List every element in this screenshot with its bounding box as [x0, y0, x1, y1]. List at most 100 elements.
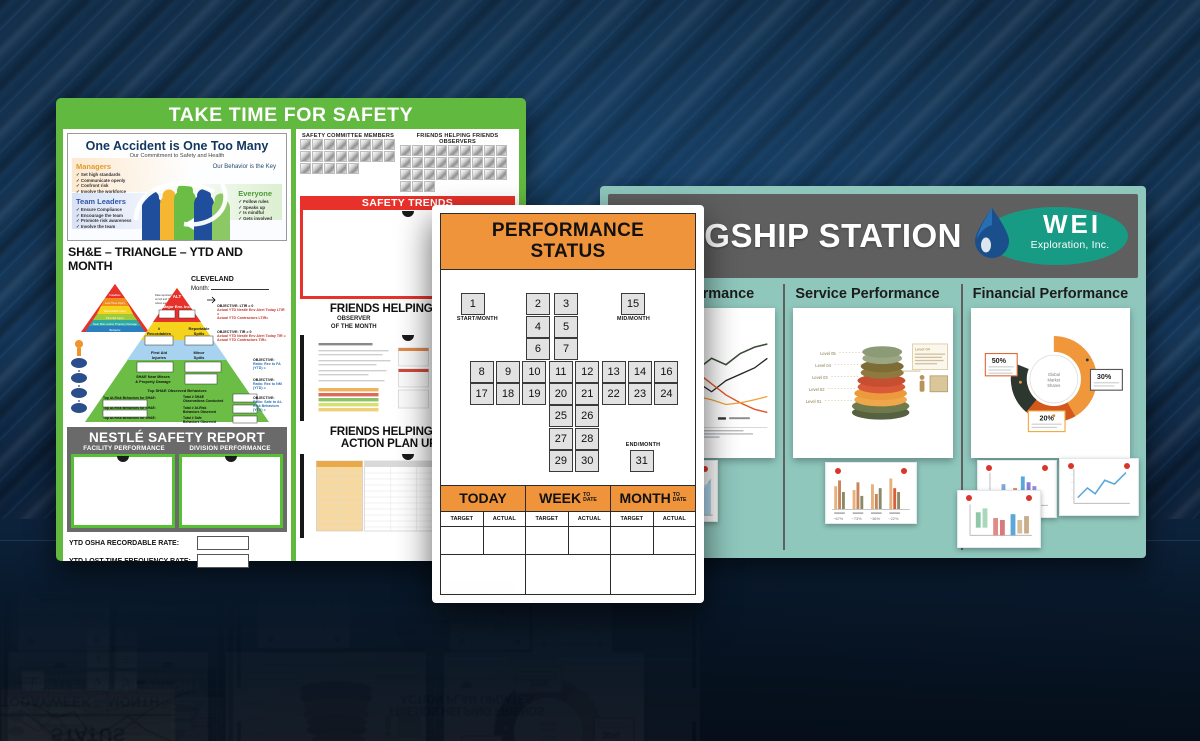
ytd-osha-recordable-rate-input[interactable] [197, 536, 249, 550]
calendar-day-1[interactable]: 1 [460, 293, 485, 316]
month-calendar[interactable]: START/MONTH MID/MONTH END/MONTH 12345678… [441, 270, 695, 485]
photo-cell[interactable] [412, 181, 423, 192]
month-blank-line[interactable] [211, 289, 270, 290]
photo-cell[interactable] [460, 145, 471, 156]
photo-cell[interactable] [424, 145, 435, 156]
photo-cell[interactable] [300, 163, 311, 174]
photo-cell[interactable] [360, 151, 371, 162]
calendar-day-7[interactable]: 7 [554, 338, 579, 361]
photo-cell[interactable] [460, 157, 471, 168]
calendar-day-30[interactable]: 30 [575, 450, 600, 472]
performance-status-card[interactable]: PERFORMANCE STATUS START/MONTH MID/MONTH… [432, 205, 704, 603]
photo-cell[interactable] [400, 145, 411, 156]
photo-cell[interactable] [436, 169, 447, 180]
photo-cell[interactable] [424, 157, 435, 168]
photo-cell[interactable] [336, 151, 347, 162]
calendar-day-24[interactable]: 24 [654, 382, 679, 405]
calendar-day-8[interactable]: 8 [469, 360, 494, 383]
calendar-day-20[interactable]: 20 [548, 382, 573, 405]
service-mini-bar-chart[interactable]: ~67% ~73% ~36% ~22% [825, 462, 918, 524]
fhf-observers-photo-grid[interactable] [400, 145, 515, 192]
photo-cell[interactable] [484, 157, 495, 168]
calendar-day-21[interactable]: 21 [575, 382, 600, 405]
nestle-safety-report[interactable]: NESTLÉ SAFETY REPORT FACILITY PERFORMANC… [67, 427, 287, 532]
calendar-day-4[interactable]: 4 [525, 315, 550, 338]
photo-cell[interactable] [448, 145, 459, 156]
photo-cell[interactable] [300, 151, 311, 162]
financial-mini-line-chart[interactable] [1058, 458, 1139, 516]
photo-cell[interactable] [384, 139, 395, 150]
photo-cell[interactable] [324, 163, 335, 174]
calendar-day-19[interactable]: 19 [522, 382, 547, 405]
nestle-division-pane[interactable] [179, 454, 283, 528]
calendar-day-27[interactable]: 27 [548, 427, 573, 450]
financial-mini-bar-chart-2[interactable] [956, 490, 1041, 548]
photo-cell[interactable] [312, 139, 323, 150]
photo-cell[interactable] [336, 163, 347, 174]
calendar-day-9[interactable]: 9 [496, 360, 521, 383]
photo-cell[interactable] [436, 145, 447, 156]
she-triangle-diagram[interactable]: Fatalities Lost Time Injury Recordable In… [67, 274, 287, 424]
photo-cell[interactable] [360, 139, 371, 150]
service-funnel-doc[interactable]: Level 05 Level 04 Level 03 Level 02 Level … [793, 308, 953, 458]
calendar-day-29[interactable]: 29 [548, 450, 573, 472]
photo-cell[interactable] [448, 169, 459, 180]
photo-cell[interactable] [348, 151, 359, 162]
calendar-day-28[interactable]: 28 [575, 427, 600, 450]
photo-cell[interactable] [412, 157, 423, 168]
photo-cell[interactable] [324, 139, 335, 150]
calendar-day-5[interactable]: 5 [554, 315, 579, 338]
column-week[interactable]: WEEK TO DATE [526, 486, 611, 511]
calendar-day-13[interactable]: 13 [601, 360, 626, 383]
calendar-day-31[interactable]: 31 [629, 450, 654, 472]
calendar-day-23[interactable]: 23 [628, 382, 653, 405]
photo-cell[interactable] [400, 169, 411, 180]
photo-cell[interactable] [496, 169, 507, 180]
photo-cell[interactable] [400, 181, 411, 192]
column-today[interactable]: TODAY [441, 486, 526, 511]
photo-cell[interactable] [412, 169, 423, 180]
photo-cell[interactable] [496, 145, 507, 156]
performance-table-row[interactable] [441, 526, 695, 554]
calendar-day-10[interactable]: 10 [522, 360, 547, 383]
photo-cell[interactable] [372, 139, 383, 150]
calendar-day-2[interactable]: 2 [525, 293, 550, 316]
photo-cell[interactable] [460, 169, 471, 180]
photo-cell[interactable] [472, 145, 483, 156]
photo-cell[interactable] [496, 157, 507, 168]
calendar-day-17[interactable]: 17 [469, 382, 494, 405]
photo-cell[interactable] [472, 169, 483, 180]
performance-table-row[interactable] [441, 554, 695, 594]
photo-cell[interactable] [424, 169, 435, 180]
calendar-day-22[interactable]: 22 [601, 382, 626, 405]
photo-cell[interactable] [300, 139, 311, 150]
calendar-day-16[interactable]: 16 [654, 360, 679, 383]
photo-cell[interactable] [324, 151, 335, 162]
calendar-day-18[interactable]: 18 [496, 382, 521, 405]
photo-cell[interactable] [472, 157, 483, 168]
calendar-day-15[interactable]: 15 [621, 293, 645, 316]
photo-cell[interactable] [484, 169, 495, 180]
column-month[interactable]: MONTH TO DATE [611, 486, 695, 511]
calendar-day-12[interactable]: 12 [575, 360, 600, 383]
photo-cell[interactable] [348, 139, 359, 150]
one-accident-poster[interactable]: One Accident is One Too Many Our Commitm… [67, 133, 287, 241]
financial-donut-doc[interactable]: Global Market Shares 50% 30% 20% [970, 308, 1130, 458]
photo-cell[interactable] [312, 163, 323, 174]
photo-cell[interactable] [400, 157, 411, 168]
photo-cell[interactable] [348, 163, 359, 174]
calendar-day-6[interactable]: 6 [525, 338, 550, 361]
calendar-day-14[interactable]: 14 [628, 360, 653, 383]
photo-cell[interactable] [436, 157, 447, 168]
photo-cell[interactable] [424, 181, 435, 192]
photo-cell[interactable] [448, 157, 459, 168]
photo-cell[interactable] [372, 151, 383, 162]
ytd-lost-time-frequency-rate-input[interactable] [197, 554, 249, 568]
calendar-day-25[interactable]: 25 [548, 405, 573, 428]
photo-cell[interactable] [484, 145, 495, 156]
calendar-day-3[interactable]: 3 [554, 293, 579, 316]
photo-cell[interactable] [312, 151, 323, 162]
calendar-day-26[interactable]: 26 [575, 405, 600, 428]
photo-cell[interactable] [336, 139, 347, 150]
nestle-facility-pane[interactable] [71, 454, 175, 528]
